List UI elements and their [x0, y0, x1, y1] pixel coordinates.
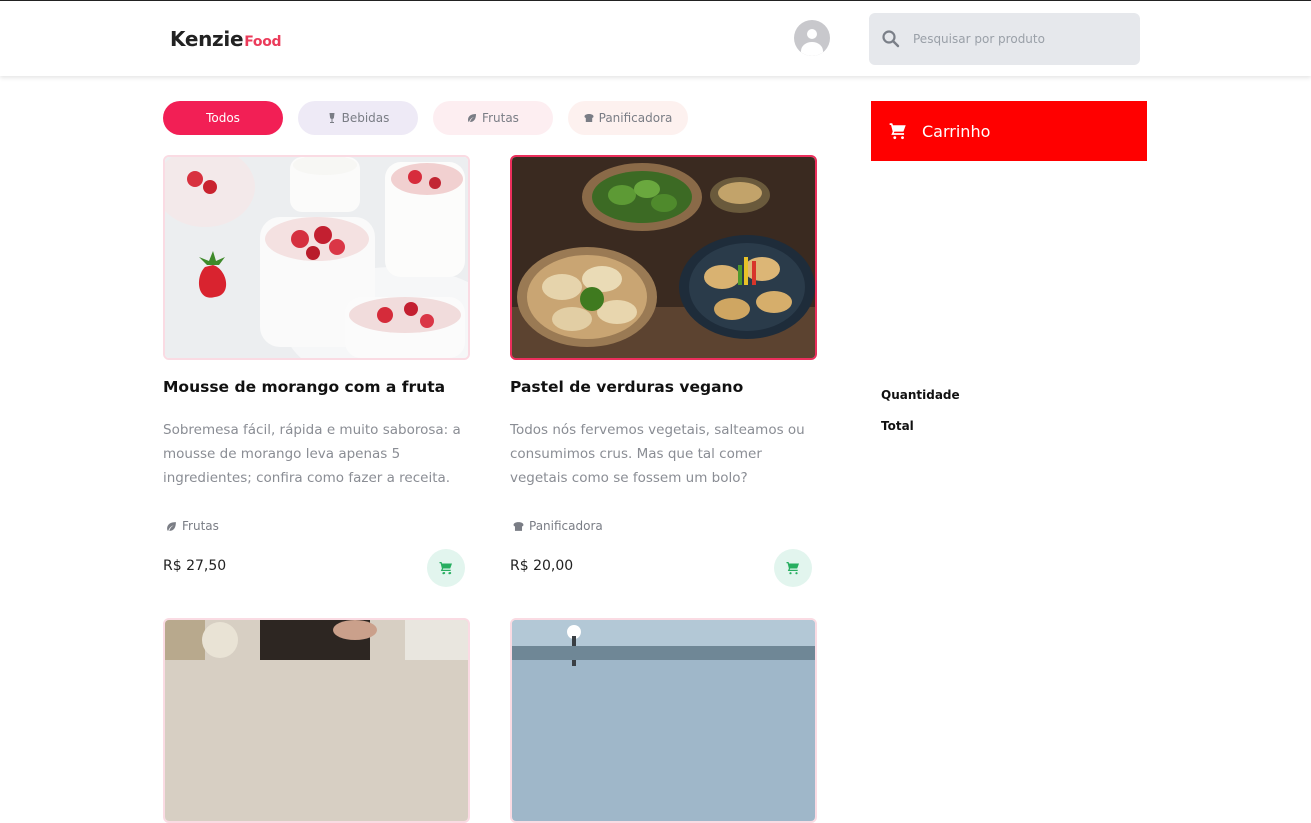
bread-icon [584, 114, 594, 122]
add-to-cart-button[interactable] [427, 549, 465, 587]
product-category: Panificadora [513, 519, 603, 533]
product-title: Pastel de verduras vegano [510, 378, 744, 396]
filter-label: Todos [206, 111, 240, 125]
filter-label: Panificadora [598, 111, 673, 125]
app-logo[interactable]: KenzieFood [170, 27, 282, 51]
product-description: Sobremesa fácil, rápida e muito saborosa… [163, 422, 461, 486]
cart-header: Carrinho [871, 101, 1147, 161]
cart-quantity-label: Quantidade [881, 388, 960, 402]
filter-bebidas[interactable]: Bebidas [298, 101, 418, 135]
leaf-icon [468, 114, 477, 122]
leaf-icon [167, 521, 176, 531]
product-category-label: Panificadora [529, 519, 603, 533]
product-category: Frutas [166, 519, 219, 533]
search-box [869, 13, 1140, 65]
product-category-label: Frutas [182, 519, 219, 533]
cart-total-label: Total [881, 419, 914, 433]
filter-panificadora[interactable]: Panificadora [568, 101, 688, 135]
search-icon[interactable] [881, 29, 901, 49]
filter-frutas[interactable]: Frutas [433, 101, 553, 135]
filter-label: Bebidas [341, 111, 390, 125]
cart-icon [889, 123, 906, 140]
cart-icon [439, 562, 452, 575]
user-avatar-icon[interactable] [794, 20, 830, 56]
top-header: KenzieFood [0, 0, 1311, 76]
product-price: R$ 27,50 [163, 558, 227, 574]
add-to-cart-button[interactable] [774, 549, 812, 587]
product-description: Todos nós fervemos vegetais, salteamos o… [510, 422, 805, 486]
product-image [510, 155, 817, 360]
logo-accent-text: Food [244, 34, 282, 50]
product-image [510, 618, 817, 823]
cart-title: Carrinho [922, 121, 991, 141]
cart-icon [786, 562, 799, 575]
product-image [163, 155, 470, 360]
filter-label: Frutas [482, 111, 519, 125]
product-title: Mousse de morango com a fruta [163, 378, 446, 396]
search-input[interactable] [913, 27, 1123, 51]
product-price: R$ 20,00 [510, 558, 574, 574]
filter-todos[interactable]: Todos [163, 101, 283, 135]
product-image [163, 618, 470, 823]
logo-main-text: Kenzie [170, 27, 244, 51]
bread-icon [513, 521, 524, 531]
wine-glass-icon [329, 113, 335, 123]
